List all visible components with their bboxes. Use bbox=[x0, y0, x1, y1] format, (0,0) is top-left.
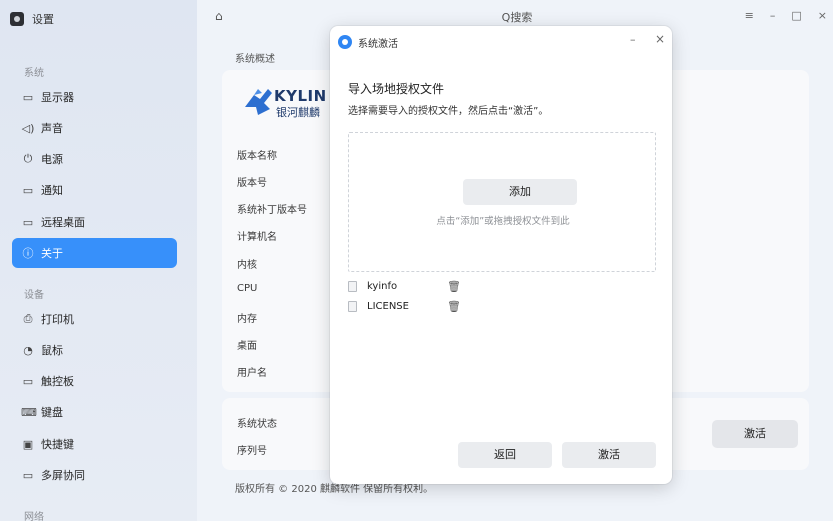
section-title: 系统概述 bbox=[235, 54, 275, 65]
sidebar-item-label: 关于 bbox=[41, 247, 63, 260]
activation-dialog: 系统激活 – × 导入场地授权文件 选择需要导入的授权文件，然后点击“激活”。 … bbox=[330, 26, 672, 484]
sidebar-item-label: 电源 bbox=[41, 153, 63, 166]
printer-icon: ⎙ bbox=[23, 312, 33, 325]
maximize-icon[interactable]: □ bbox=[791, 9, 801, 22]
sidebar-item-multiscreen[interactable]: ▭ 多屏协同 bbox=[12, 460, 177, 490]
dialog-heading: 导入场地授权文件 bbox=[348, 82, 445, 96]
about-icon: ⓘ bbox=[22, 247, 34, 260]
sidebar-item-label: 快捷键 bbox=[41, 438, 74, 451]
sidebar-item-notification[interactable]: ▭ 通知 bbox=[12, 175, 177, 205]
sidebar-item-touchpad[interactable]: ▭ 触控板 bbox=[12, 366, 177, 396]
menu-icon[interactable]: ≡ bbox=[745, 9, 754, 22]
dialog-description: 选择需要导入的授权文件，然后点击“激活”。 bbox=[348, 106, 549, 117]
info-label-patch: 系统补丁版本号 bbox=[237, 205, 307, 216]
sidebar-item-label: 键盘 bbox=[41, 406, 63, 419]
serial-label: 序列号 bbox=[237, 446, 267, 457]
display-icon: ▭ bbox=[22, 90, 34, 104]
activate-button[interactable]: 激活 bbox=[712, 420, 798, 448]
dialog-title: 系统激活 bbox=[358, 39, 398, 50]
sidebar-item-label: 鼠标 bbox=[41, 344, 63, 357]
settings-app-icon bbox=[10, 12, 24, 26]
dialog-close-icon[interactable]: × bbox=[655, 32, 665, 46]
dialog-app-icon bbox=[338, 35, 352, 49]
close-icon[interactable]: × bbox=[818, 9, 827, 22]
section-system: 系统 bbox=[24, 68, 44, 79]
trash-icon[interactable]: 🗑 bbox=[447, 300, 461, 313]
power-icon: ⏻ bbox=[23, 152, 33, 165]
sidebar-header: 设置 bbox=[10, 10, 54, 28]
sidebar-item-label: 远程桌面 bbox=[41, 216, 85, 229]
sidebar-item-label: 多屏协同 bbox=[41, 469, 85, 482]
info-label-desktop: 桌面 bbox=[237, 341, 257, 352]
add-file-button[interactable]: 添加 bbox=[463, 179, 577, 205]
info-label-version-name: 版本名称 bbox=[237, 151, 277, 162]
file-icon bbox=[348, 300, 357, 312]
app-title: 设置 bbox=[32, 13, 54, 26]
sidebar-item-mouse[interactable]: ◔ 鼠标 bbox=[12, 335, 177, 365]
kylin-logo: KYLIN 银河麒麟 bbox=[242, 85, 332, 119]
file-name: kyinfo bbox=[367, 280, 398, 292]
info-label-hostname: 计算机名 bbox=[237, 232, 277, 243]
sidebar-item-label: 声音 bbox=[41, 122, 63, 135]
file-name: LICENSE bbox=[367, 300, 409, 312]
drop-hint: 点击“添加”或拖拽授权文件到此 bbox=[436, 216, 570, 227]
window-controls: ≡ – □ × bbox=[745, 9, 827, 22]
status-label: 系统状态 bbox=[237, 419, 277, 430]
sidebar-item-label: 通知 bbox=[41, 184, 63, 197]
sidebar: 设置 系统 ▭ 显示器 ◁) 声音 ⏻ 电源 ▭ 通知 ▭ 远程桌面 ⓘ 关于 … bbox=[0, 0, 197, 521]
section-network: 网络 bbox=[24, 512, 44, 521]
mouse-icon: ◔ bbox=[23, 343, 33, 357]
sidebar-item-printer[interactable]: ⎙ 打印机 bbox=[12, 304, 177, 334]
kylin-logo-mark bbox=[245, 89, 272, 115]
sidebar-item-keyboard[interactable]: ⌨ 键盘 bbox=[12, 397, 177, 427]
info-label-username: 用户名 bbox=[237, 368, 267, 379]
trash-icon[interactable]: 🗑 bbox=[447, 280, 461, 293]
touchpad-icon: ▭ bbox=[22, 374, 34, 388]
sidebar-item-display[interactable]: ▭ 显示器 bbox=[12, 82, 177, 112]
info-label-memory: 内存 bbox=[237, 314, 257, 325]
info-label-kernel: 内核 bbox=[237, 260, 257, 271]
remote-desktop-icon: ▭ bbox=[22, 215, 34, 229]
sidebar-item-remote-desktop[interactable]: ▭ 远程桌面 bbox=[12, 207, 177, 237]
file-item: LICENSE 🗑 bbox=[348, 298, 461, 314]
back-button[interactable]: 返回 bbox=[458, 442, 552, 468]
logo-brand-en: KYLIN bbox=[274, 87, 327, 105]
sidebar-item-label: 打印机 bbox=[41, 313, 74, 326]
file-item: kyinfo 🗑 bbox=[348, 278, 461, 294]
sidebar-item-power[interactable]: ⏻ 电源 bbox=[12, 144, 177, 174]
sidebar-item-label: 显示器 bbox=[41, 91, 74, 104]
sidebar-item-shortcut[interactable]: ▣ 快捷键 bbox=[12, 429, 177, 459]
dialog-minimize-icon[interactable]: – bbox=[630, 33, 636, 46]
info-label-cpu: CPU bbox=[237, 283, 258, 294]
notification-icon: ▭ bbox=[22, 183, 34, 197]
dialog-activate-button[interactable]: 激活 bbox=[562, 442, 656, 468]
file-icon bbox=[348, 280, 357, 292]
sidebar-item-about[interactable]: ⓘ 关于 bbox=[12, 238, 177, 268]
info-label-version: 版本号 bbox=[237, 178, 267, 189]
section-devices: 设备 bbox=[24, 290, 44, 301]
minimize-icon[interactable]: – bbox=[770, 9, 776, 22]
keyboard-icon: ⌨ bbox=[21, 405, 37, 419]
sound-icon: ◁) bbox=[21, 121, 35, 135]
file-drop-zone[interactable]: 添加 点击“添加”或拖拽授权文件到此 bbox=[348, 132, 656, 272]
sidebar-item-label: 触控板 bbox=[41, 375, 74, 388]
multiscreen-icon: ▭ bbox=[22, 468, 34, 482]
sidebar-item-sound[interactable]: ◁) 声音 bbox=[12, 113, 177, 143]
shortcut-icon: ▣ bbox=[22, 437, 34, 451]
home-icon[interactable]: ⌂ bbox=[215, 9, 223, 23]
logo-brand-cn: 银河麒麟 bbox=[276, 106, 320, 119]
